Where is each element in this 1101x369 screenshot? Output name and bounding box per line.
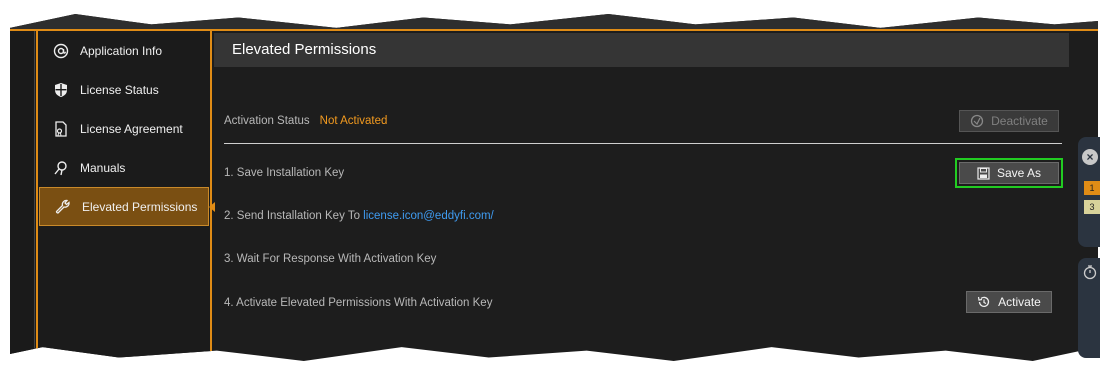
activate-button[interactable]: Activate xyxy=(966,291,1052,313)
page-title: Elevated Permissions xyxy=(214,33,1069,67)
sidebar-item-license-status[interactable]: License Status xyxy=(38,70,210,109)
sidebar-item-application-info[interactable]: Application Info xyxy=(38,31,210,70)
at-icon xyxy=(52,42,70,60)
close-icon[interactable]: × xyxy=(1082,149,1098,165)
sidebar: Application Info License Status License … xyxy=(36,31,215,361)
sidebar-item-label: License Status xyxy=(80,82,159,97)
left-strip xyxy=(10,31,35,361)
side-notification-panel: × 1 3 xyxy=(1078,137,1100,247)
sidebar-item-label: License Agreement xyxy=(80,121,183,136)
step-4: 4. Activate Elevated Permissions With Ac… xyxy=(224,297,493,309)
step-2: 2. Send Installation Key To license.icon… xyxy=(224,210,494,222)
main-panel: Elevated Permissions Activation Status No… xyxy=(214,31,1069,361)
shield-icon xyxy=(52,81,70,99)
wrench-icon xyxy=(54,198,72,216)
sidebar-item-license-agreement[interactable]: License Agreement xyxy=(38,109,210,148)
sidebar-item-label: Application Info xyxy=(80,43,163,58)
divider xyxy=(224,143,1062,144)
step-2-text: 2. Send Installation Key To xyxy=(224,210,360,222)
top-bar xyxy=(10,14,1098,31)
save-icon xyxy=(977,166,990,180)
app-window: Application Info License Status License … xyxy=(10,14,1098,361)
sidebar-item-label: Manuals xyxy=(80,160,126,175)
step-1: 1. Save Installation Key xyxy=(224,167,345,179)
save-as-label: Save As xyxy=(996,166,1042,180)
badge-3: 3 xyxy=(1084,200,1100,214)
history-icon xyxy=(977,295,991,309)
license-email-link[interactable]: license.icon@eddyfi.com/ xyxy=(363,210,494,222)
document-icon xyxy=(52,120,70,138)
sidebar-item-manuals[interactable]: Manuals xyxy=(38,148,210,187)
deactivate-icon xyxy=(970,114,984,128)
side-timer-panel xyxy=(1078,258,1100,358)
activation-status-label: Activation Status xyxy=(224,115,310,127)
manual-icon xyxy=(52,159,70,177)
stopwatch-icon[interactable] xyxy=(1082,264,1098,285)
save-as-button[interactable]: Save As xyxy=(955,158,1063,188)
step-3: 3. Wait For Response With Activation Key xyxy=(224,253,437,265)
deactivate-label: Deactivate xyxy=(991,114,1048,128)
badge-1: 1 xyxy=(1084,181,1100,195)
deactivate-button[interactable]: Deactivate xyxy=(959,110,1059,132)
sidebar-item-label: Elevated Permissions xyxy=(82,199,198,214)
activation-status-value: Not Activated xyxy=(319,115,388,127)
sidebar-item-elevated-permissions[interactable]: Elevated Permissions xyxy=(39,187,215,226)
activate-label: Activate xyxy=(998,295,1041,309)
activation-status-row: Activation Status Not Activated xyxy=(224,115,387,127)
